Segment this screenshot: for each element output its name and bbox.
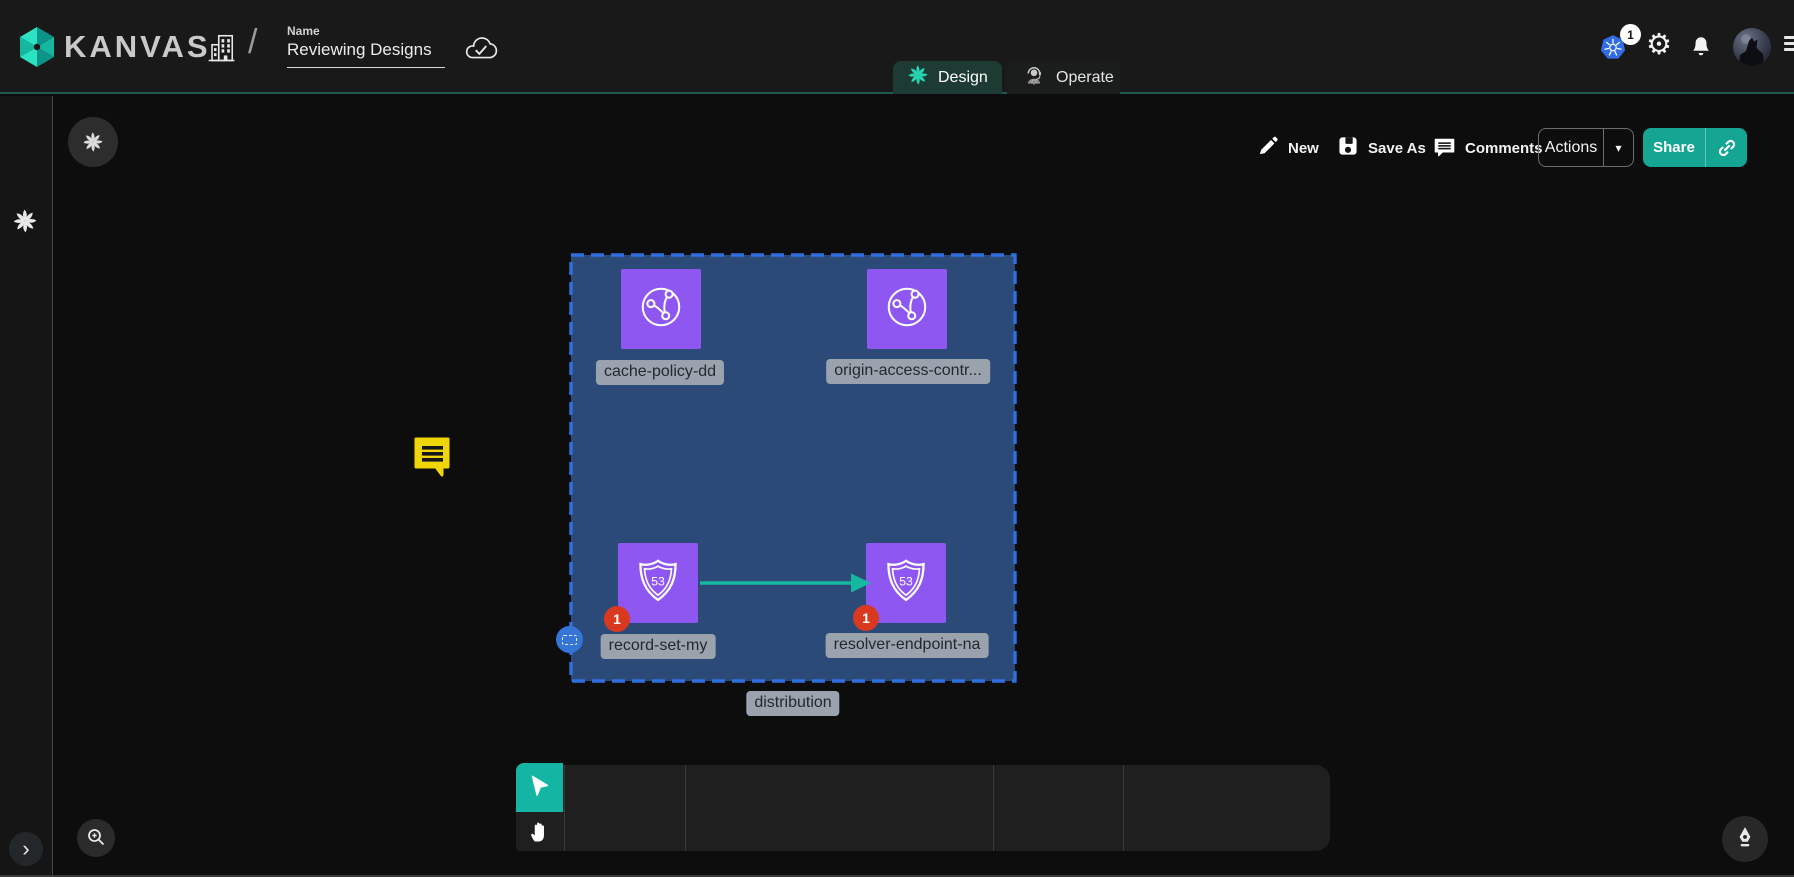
- comment-bubble-icon: [1432, 134, 1457, 163]
- node-label-record-set: record-set-my: [601, 634, 716, 659]
- left-sidebar: ›: [0, 96, 53, 877]
- pencil-icon: [1256, 134, 1280, 162]
- pen-nib-icon: [1732, 825, 1758, 854]
- cloudfront-globe-icon: [634, 280, 688, 339]
- actions-dropdown-button[interactable]: Actions ▾: [1538, 128, 1634, 167]
- caret-down-icon[interactable]: ▾: [1603, 129, 1633, 166]
- tab-operate[interactable]: Operate: [1007, 61, 1120, 94]
- node-origin-access[interactable]: [867, 269, 947, 349]
- design-name-label: Name: [287, 24, 320, 38]
- select-tool[interactable]: [516, 763, 563, 812]
- svg-text:53: 53: [899, 574, 913, 588]
- new-button-label: New: [1288, 140, 1319, 157]
- topbar: KANVAS / Name: [0, 0, 1794, 94]
- tab-design[interactable]: Design: [893, 61, 1002, 94]
- group-label-distribution: distribution: [746, 691, 839, 716]
- share-button[interactable]: Share: [1643, 128, 1747, 167]
- connector-arrow: [695, 568, 875, 603]
- operator-headset-icon: [1021, 62, 1047, 93]
- tool-palette: [516, 765, 1330, 851]
- organization-building-icon[interactable]: [203, 28, 239, 69]
- node-resolver-endpoint[interactable]: 53: [866, 543, 946, 623]
- magnifier-plus-icon: [84, 825, 108, 852]
- breadcrumb-separator: /: [248, 23, 257, 62]
- share-button-label: Share: [1643, 128, 1705, 167]
- pen-mode-button[interactable]: [1722, 816, 1768, 862]
- floppy-disk-icon: [1336, 134, 1360, 162]
- tab-operate-label: Operate: [1056, 69, 1114, 87]
- actions-dropdown-label: Actions: [1539, 129, 1603, 166]
- hand-tool[interactable]: [526, 812, 554, 852]
- resolver-endpoint-count-badge: 1: [853, 605, 879, 631]
- cloud-sync-icon: [462, 31, 500, 68]
- record-set-count-badge: 1: [604, 606, 630, 632]
- app-logo-text: KANVAS: [64, 29, 211, 65]
- node-label-resolver-endpoint: resolver-endpoint-na: [826, 633, 989, 658]
- design-name-input[interactable]: [287, 40, 445, 68]
- svg-text:53: 53: [651, 574, 665, 588]
- group-select-handle[interactable]: [556, 626, 583, 653]
- dashed-rect-icon: [562, 635, 577, 645]
- comments-button[interactable]: Comments: [1432, 130, 1543, 166]
- route53-shield-icon: 53: [631, 554, 685, 613]
- node-label-origin-access: origin-access-contr...: [826, 359, 990, 384]
- hand-icon: [526, 817, 554, 848]
- user-avatar[interactable]: [1733, 28, 1771, 66]
- kubernetes-count-badge: 1: [1620, 24, 1641, 45]
- save-as-button-label: Save As: [1368, 140, 1426, 157]
- app-window: KANVAS / Name: [0, 0, 1794, 877]
- cursor-arrow-icon: [527, 773, 553, 802]
- overflow-menu-icon[interactable]: [1784, 36, 1794, 54]
- design-spiral-icon: [907, 64, 929, 91]
- settings-gear-icon[interactable]: ⚙: [1646, 31, 1672, 60]
- canvas-comment-marker[interactable]: [408, 431, 456, 482]
- notifications-bell-icon[interactable]: [1688, 32, 1714, 65]
- save-as-button[interactable]: Save As: [1336, 130, 1426, 166]
- sidebar-spiral-icon[interactable]: [12, 208, 38, 237]
- kubernetes-status-button[interactable]: 1: [1597, 32, 1629, 63]
- comments-button-label: Comments: [1465, 140, 1543, 157]
- route53-shield-icon: 53: [879, 554, 933, 613]
- copy-link-icon[interactable]: [1705, 128, 1747, 167]
- sidebar-expand-chevron[interactable]: ›: [9, 832, 43, 866]
- kanvas-logo-icon: [14, 24, 60, 75]
- new-button[interactable]: New: [1256, 130, 1319, 166]
- zoom-in-button[interactable]: [77, 819, 115, 857]
- node-cache-policy[interactable]: [621, 269, 701, 349]
- tab-design-label: Design: [938, 69, 988, 87]
- cloudfront-globe-icon: [880, 280, 934, 339]
- node-label-cache-policy: cache-policy-dd: [596, 360, 724, 385]
- node-record-set[interactable]: 53: [618, 543, 698, 623]
- canvas-flower-button[interactable]: [68, 117, 118, 167]
